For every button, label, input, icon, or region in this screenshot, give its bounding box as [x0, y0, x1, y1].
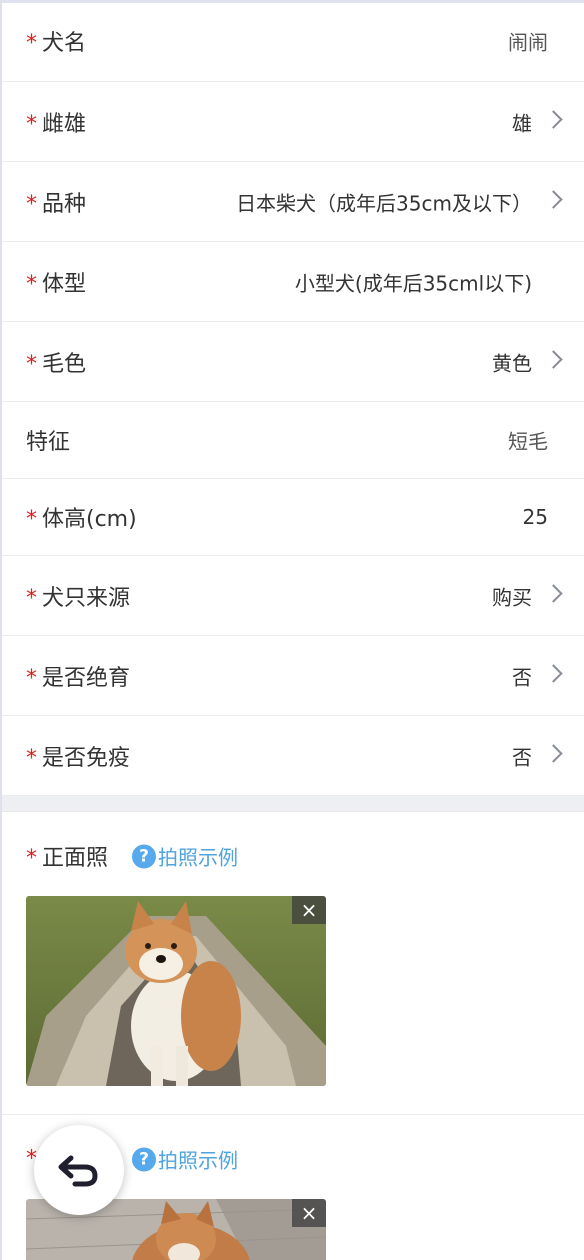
field-label: * 体高(cm)	[26, 507, 137, 532]
photo-example-link[interactable]: ? 拍照示例	[132, 1145, 238, 1174]
form-row-body-type: * 体型 小型犬(成年后35cml以下)	[2, 242, 584, 322]
front-photo-thumbnail[interactable]: ×	[26, 896, 326, 1086]
chevron-right-icon	[544, 583, 563, 603]
field-value: 短毛	[508, 429, 548, 454]
close-icon[interactable]: ×	[292, 896, 326, 924]
form-row-neutered[interactable]: * 是否绝育 否	[2, 636, 584, 716]
field-value: 闹闹	[508, 30, 548, 54]
dog-info-page: * 犬名 闹闹 * 雌雄 雄 * 品种 日本柴犬（成年后35cm及以下） * 体型 小型…	[0, 0, 584, 1260]
dog-photo-image	[26, 896, 326, 1086]
field-label: * 犬名	[26, 30, 87, 56]
field-value: 否	[512, 745, 532, 769]
chevron-right-icon	[544, 189, 563, 209]
field-label: * 正面照	[26, 846, 109, 871]
field-value: 日本柴犬（成年后35cm及以下）	[236, 191, 532, 215]
field-label: * 是否绝育	[26, 665, 131, 691]
form-row-vaccinated[interactable]: * 是否免疫 否	[2, 716, 584, 796]
question-circle-icon: ?	[132, 844, 156, 868]
close-icon[interactable]: ×	[292, 1199, 326, 1227]
form-row-breed[interactable]: * 品种 日本柴犬（成年后35cm及以下）	[2, 162, 584, 242]
chevron-right-icon	[544, 109, 563, 129]
required-mark: *	[26, 585, 37, 611]
section-divider	[2, 796, 584, 812]
field-value: 25	[522, 505, 548, 529]
required-mark: *	[26, 665, 37, 691]
field-value: 购买	[492, 585, 532, 609]
photo-example-label: 拍照示例	[158, 1148, 238, 1173]
field-value: 否	[512, 665, 532, 689]
field-label: * 犬只来源	[26, 585, 131, 611]
photo-example-link[interactable]: ? 拍照示例	[132, 842, 238, 871]
form-row-source[interactable]: * 犬只来源 购买	[2, 556, 584, 636]
chevron-right-icon	[544, 349, 563, 369]
required-mark: *	[26, 846, 37, 871]
chevron-right-icon	[544, 743, 563, 763]
field-label: * 毛色	[26, 351, 87, 377]
undo-back-icon	[58, 1155, 98, 1187]
field-label: * 品种	[26, 191, 87, 217]
front-photo-header: * 正面照 ? 拍照示例	[2, 812, 584, 896]
form-row-height[interactable]: * 体高(cm) 25	[2, 479, 584, 556]
form-row-dog-name[interactable]: * 犬名 闹闹	[2, 0, 584, 82]
field-label: * 雌雄	[26, 111, 87, 137]
field-label: 特征	[26, 430, 71, 455]
field-label: * 是否免疫	[26, 745, 131, 771]
field-value: 黄色	[492, 351, 532, 375]
form-row-feature[interactable]: 特征 短毛	[2, 402, 584, 479]
required-mark: *	[26, 351, 37, 377]
front-photo-section: * 正面照 ? 拍照示例 ×	[2, 812, 584, 1115]
question-circle-icon: ?	[132, 1147, 156, 1171]
form-row-coat-color[interactable]: * 毛色 黄色	[2, 322, 584, 402]
field-value: 雄	[512, 111, 532, 135]
required-mark: *	[26, 30, 37, 56]
required-mark: *	[26, 271, 37, 297]
field-value: 小型犬(成年后35cml以下)	[294, 271, 532, 295]
photo-example-label: 拍照示例	[158, 845, 238, 870]
required-mark: *	[26, 111, 37, 137]
field-label: * 体型	[26, 271, 87, 297]
chevron-right-icon	[544, 663, 563, 683]
back-button[interactable]	[34, 1125, 124, 1215]
required-mark: *	[26, 507, 37, 532]
required-mark: *	[26, 191, 37, 217]
form-row-sex[interactable]: * 雌雄 雄	[2, 82, 584, 162]
required-mark: *	[26, 745, 37, 771]
